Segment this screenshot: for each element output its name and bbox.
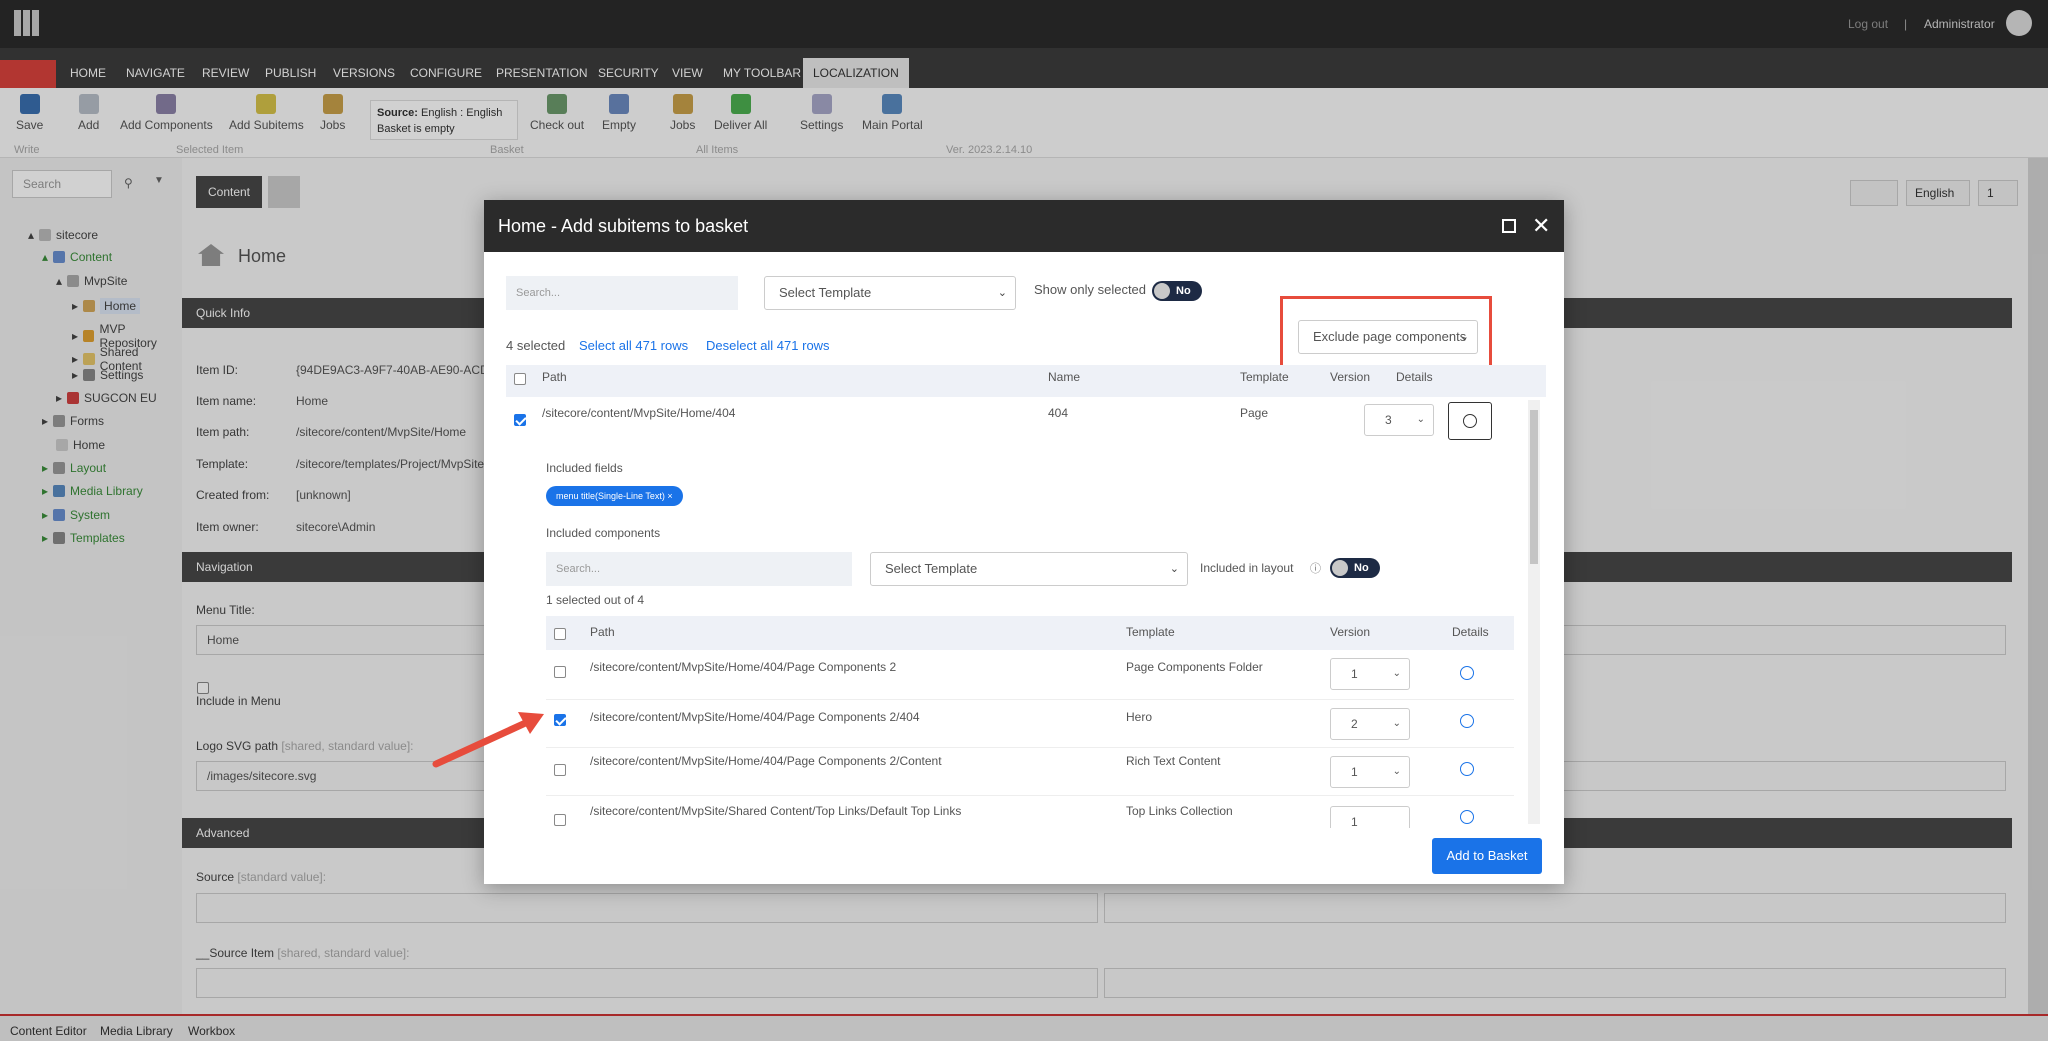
- maximize-icon[interactable]: [1502, 219, 1516, 233]
- component-rows: /sitecore/content/MvpSite/Home/404/Page …: [546, 652, 1514, 828]
- scrollbar-thumb[interactable]: [1530, 410, 1538, 564]
- add-subitems-dialog: Home - Add subitems to basket ✕ Search..…: [484, 200, 1564, 884]
- deselect-all-link[interactable]: Deselect all 471 rows: [706, 338, 830, 353]
- exclude-page-components-dropdown[interactable]: Exclude page components ⌄: [1298, 320, 1478, 354]
- chevron-down-icon: ⌄: [1416, 414, 1425, 425]
- col-template: Template: [1240, 370, 1289, 384]
- table-row: /sitecore/content/MvpSite/Home/404/Page …: [546, 652, 1514, 700]
- component-template: Hero: [1126, 710, 1153, 724]
- component-count: 1 selected out of 4: [546, 593, 645, 607]
- row-checkbox[interactable]: [554, 714, 566, 726]
- component-path-link[interactable]: /sitecore/content/MvpSite/Home/404/Page …: [590, 754, 942, 768]
- info-icon: ⓘ: [1310, 563, 1321, 575]
- component-template: Top Links Collection: [1126, 804, 1233, 818]
- col-details: Details: [1396, 370, 1433, 384]
- row-template: Page: [1240, 406, 1269, 420]
- included-fields-heading: Included fields: [546, 461, 623, 475]
- dialog-search-input[interactable]: Search...: [506, 276, 738, 310]
- expand-details-icon[interactable]: [1460, 762, 1474, 776]
- table-row: /sitecore/content/MvpSite/Shared Content…: [546, 796, 1514, 828]
- component-path-link[interactable]: /sitecore/content/MvpSite/Home/404/Page …: [590, 660, 896, 674]
- row-checkbox[interactable]: [514, 414, 526, 426]
- component-version-dropdown[interactable]: 1 ⌄: [1330, 756, 1410, 788]
- chevron-down-icon: ⌄: [1459, 331, 1469, 343]
- component-template-dropdown[interactable]: Select Template ⌄: [870, 552, 1188, 586]
- row-checkbox[interactable]: [554, 666, 566, 678]
- close-icon[interactable]: ×: [667, 491, 672, 501]
- component-path-link[interactable]: /sitecore/content/MvpSite/Shared Content…: [590, 804, 961, 818]
- included-components-heading: Included components: [546, 526, 661, 540]
- row-name: 404: [1048, 406, 1069, 420]
- show-only-selected-label: Show only selected: [1034, 282, 1147, 297]
- comp-col-details: Details: [1452, 625, 1489, 639]
- table-header: [506, 365, 1546, 397]
- comp-col-path: Path: [590, 625, 615, 639]
- dialog-title: Home - Add subitems to basket: [484, 200, 1564, 252]
- select-all-link[interactable]: Select all 471 rows: [579, 338, 688, 353]
- chevron-down-icon: ⌄: [1392, 668, 1401, 679]
- show-only-selected-toggle[interactable]: No: [1152, 281, 1202, 301]
- scrollbar-track[interactable]: [1528, 400, 1540, 824]
- component-search-input[interactable]: Search...: [546, 552, 852, 586]
- table-row: /sitecore/content/MvpSite/Home/404/Page …: [546, 748, 1514, 796]
- expand-details-icon[interactable]: [1460, 714, 1474, 728]
- component-version-dropdown[interactable]: 2 ⌄: [1330, 708, 1410, 740]
- add-to-basket-button[interactable]: Add to Basket: [1432, 838, 1542, 874]
- select-template-dropdown[interactable]: Select Template ⌄: [764, 276, 1016, 310]
- col-version: Version: [1330, 370, 1371, 384]
- row-version-dropdown[interactable]: 3 ⌄: [1364, 404, 1434, 436]
- selected-count: 4 selected: [506, 338, 566, 353]
- chevron-down-icon: ⌄: [1392, 718, 1401, 729]
- chevron-down-icon: ⌄: [997, 287, 1007, 299]
- select-all-checkbox[interactable]: [514, 373, 526, 385]
- collapse-details-button[interactable]: [1448, 402, 1492, 440]
- included-in-layout-toggle[interactable]: No: [1330, 558, 1380, 578]
- component-template: Page Components Folder: [1126, 660, 1263, 674]
- chevron-up-icon: [1463, 414, 1477, 428]
- col-name: Name: [1048, 370, 1081, 384]
- component-version-dropdown[interactable]: 1 ⌄: [1330, 658, 1410, 690]
- component-version-dropdown[interactable]: 1: [1330, 806, 1410, 828]
- component-path-link[interactable]: /sitecore/content/MvpSite/Home/404/Page …: [590, 710, 920, 724]
- table-row: /sitecore/content/MvpSite/Home/404/Page …: [546, 700, 1514, 748]
- field-chip[interactable]: menu title(Single-Line Text) ×: [546, 486, 683, 506]
- col-path: Path: [542, 370, 567, 384]
- comp-col-template: Template: [1126, 625, 1175, 639]
- row-checkbox[interactable]: [554, 814, 566, 826]
- chevron-down-icon: ⌄: [1392, 766, 1401, 777]
- close-icon[interactable]: ✕: [1532, 213, 1550, 239]
- chevron-down-icon: ⌄: [1169, 563, 1179, 575]
- expand-details-icon[interactable]: [1460, 666, 1474, 680]
- included-in-layout-label: Included in layout: [1200, 561, 1294, 575]
- annotation-arrow: [432, 712, 544, 768]
- component-select-all-checkbox[interactable]: [554, 628, 566, 640]
- row-checkbox[interactable]: [554, 764, 566, 776]
- comp-col-version: Version: [1330, 625, 1371, 639]
- component-template: Rich Text Content: [1126, 754, 1221, 768]
- expand-details-icon[interactable]: [1460, 810, 1474, 824]
- row-path-link[interactable]: /sitecore/content/MvpSite/Home/404: [542, 406, 735, 420]
